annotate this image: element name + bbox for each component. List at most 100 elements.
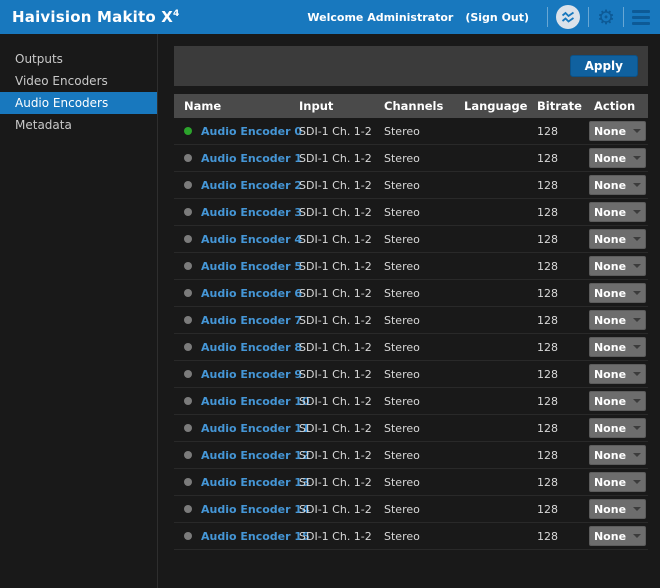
- bitrate-cell: 128: [527, 152, 584, 165]
- divider: [547, 7, 548, 27]
- input-cell: SDI-1 Ch. 1-2: [289, 503, 374, 516]
- stream-status-icon[interactable]: [556, 5, 580, 29]
- action-cell: None: [584, 337, 647, 357]
- caret-down-icon: [633, 291, 641, 295]
- channels-cell: Stereo: [374, 260, 454, 273]
- action-dropdown[interactable]: None: [589, 229, 646, 249]
- table-row: Audio Encoder 0 SDI-1 Ch. 1-2 Stereo 128…: [174, 118, 648, 145]
- encoder-link[interactable]: Audio Encoder 0: [201, 125, 302, 138]
- action-dropdown[interactable]: None: [589, 202, 646, 222]
- channels-cell: Stereo: [374, 287, 454, 300]
- action-dropdown-label: None: [594, 422, 626, 435]
- divider: [623, 7, 624, 27]
- name-cell: Audio Encoder 9: [174, 368, 289, 381]
- input-cell: SDI-1 Ch. 1-2: [289, 449, 374, 462]
- name-cell: Audio Encoder 10: [174, 395, 289, 408]
- channels-cell: Stereo: [374, 233, 454, 246]
- status-dot-icon: [184, 127, 192, 135]
- input-cell: SDI-1 Ch. 1-2: [289, 368, 374, 381]
- name-cell: Audio Encoder 3: [174, 206, 289, 219]
- input-cell: SDI-1 Ch. 1-2: [289, 395, 374, 408]
- caret-down-icon: [633, 426, 641, 430]
- action-dropdown[interactable]: None: [589, 472, 646, 492]
- action-dropdown[interactable]: None: [589, 337, 646, 357]
- sidebar-nav: Outputs Video Encoders Audio Encoders Me…: [0, 34, 158, 588]
- sidebar-item[interactable]: Metadata: [0, 114, 157, 136]
- topbar-actions: Welcome Administrator (Sign Out) ⚙: [307, 5, 650, 29]
- table-row: Audio Encoder 7 SDI-1 Ch. 1-2 Stereo 128…: [174, 307, 648, 334]
- action-dropdown[interactable]: None: [589, 175, 646, 195]
- encoder-link[interactable]: Audio Encoder 3: [201, 206, 302, 219]
- status-dot-icon: [184, 343, 192, 351]
- main-layout: Outputs Video Encoders Audio Encoders Me…: [0, 34, 660, 588]
- action-dropdown-label: None: [594, 368, 626, 381]
- encoder-link[interactable]: Audio Encoder 9: [201, 368, 302, 381]
- column-header: Name: [174, 99, 289, 113]
- status-dot-icon: [184, 532, 192, 540]
- encoder-link[interactable]: Audio Encoder 4: [201, 233, 302, 246]
- action-cell: None: [584, 418, 647, 438]
- encoder-link[interactable]: Audio Encoder 6: [201, 287, 302, 300]
- top-header-bar: Haivision Makito X4 Welcome Administrato…: [0, 0, 660, 34]
- channels-cell: Stereo: [374, 314, 454, 327]
- action-dropdown[interactable]: None: [589, 364, 646, 384]
- name-cell: Audio Encoder 15: [174, 530, 289, 543]
- bitrate-cell: 128: [527, 395, 584, 408]
- table-header-row: Name Input Channels Language Bitrate Act…: [174, 94, 648, 118]
- table-row: Audio Encoder 13 SDI-1 Ch. 1-2 Stereo 12…: [174, 469, 648, 496]
- action-dropdown[interactable]: None: [589, 310, 646, 330]
- action-cell: None: [584, 391, 647, 411]
- status-dot-icon: [184, 289, 192, 297]
- input-cell: SDI-1 Ch. 1-2: [289, 179, 374, 192]
- action-cell: None: [584, 499, 647, 519]
- action-dropdown[interactable]: None: [589, 499, 646, 519]
- bitrate-cell: 128: [527, 503, 584, 516]
- action-dropdown-label: None: [594, 449, 626, 462]
- name-cell: Audio Encoder 12: [174, 449, 289, 462]
- action-dropdown[interactable]: None: [589, 391, 646, 411]
- logo-superscript: 4: [173, 9, 179, 19]
- caret-down-icon: [633, 507, 641, 511]
- sidebar-item[interactable]: Audio Encoders: [0, 92, 157, 114]
- action-dropdown[interactable]: None: [589, 256, 646, 276]
- channels-cell: Stereo: [374, 125, 454, 138]
- status-dot-icon: [184, 235, 192, 243]
- status-dot-icon: [184, 478, 192, 486]
- caret-down-icon: [633, 318, 641, 322]
- action-cell: None: [584, 256, 647, 276]
- action-cell: None: [584, 175, 647, 195]
- action-dropdown[interactable]: None: [589, 418, 646, 438]
- hamburger-menu-icon[interactable]: [632, 8, 650, 27]
- action-dropdown-label: None: [594, 476, 626, 489]
- action-dropdown-label: None: [594, 314, 626, 327]
- name-cell: Audio Encoder 8: [174, 341, 289, 354]
- apply-button[interactable]: Apply: [570, 55, 638, 77]
- encoder-link[interactable]: Audio Encoder 1: [201, 152, 302, 165]
- caret-down-icon: [633, 210, 641, 214]
- name-cell: Audio Encoder 11: [174, 422, 289, 435]
- encoder-link[interactable]: Audio Encoder 2: [201, 179, 302, 192]
- encoder-link[interactable]: Audio Encoder 5: [201, 260, 302, 273]
- action-dropdown-label: None: [594, 179, 626, 192]
- encoder-link[interactable]: Audio Encoder 7: [201, 314, 302, 327]
- caret-down-icon: [633, 264, 641, 268]
- sidebar-item[interactable]: Outputs: [0, 48, 157, 70]
- action-dropdown[interactable]: None: [589, 526, 646, 546]
- action-dropdown[interactable]: None: [589, 121, 646, 141]
- action-cell: None: [584, 229, 647, 249]
- action-dropdown[interactable]: None: [589, 283, 646, 303]
- sidebar-item[interactable]: Video Encoders: [0, 70, 157, 92]
- action-dropdown[interactable]: None: [589, 148, 646, 168]
- action-dropdown[interactable]: None: [589, 445, 646, 465]
- table-row: Audio Encoder 14 SDI-1 Ch. 1-2 Stereo 12…: [174, 496, 648, 523]
- status-dot-icon: [184, 397, 192, 405]
- action-cell: None: [584, 202, 647, 222]
- caret-down-icon: [633, 534, 641, 538]
- input-cell: SDI-1 Ch. 1-2: [289, 314, 374, 327]
- caret-down-icon: [633, 156, 641, 160]
- encoder-link[interactable]: Audio Encoder 8: [201, 341, 302, 354]
- sign-out-link[interactable]: (Sign Out): [465, 11, 529, 24]
- table-row: Audio Encoder 4 SDI-1 Ch. 1-2 Stereo 128…: [174, 226, 648, 253]
- gear-icon[interactable]: ⚙: [597, 7, 615, 27]
- table-row: Audio Encoder 9 SDI-1 Ch. 1-2 Stereo 128…: [174, 361, 648, 388]
